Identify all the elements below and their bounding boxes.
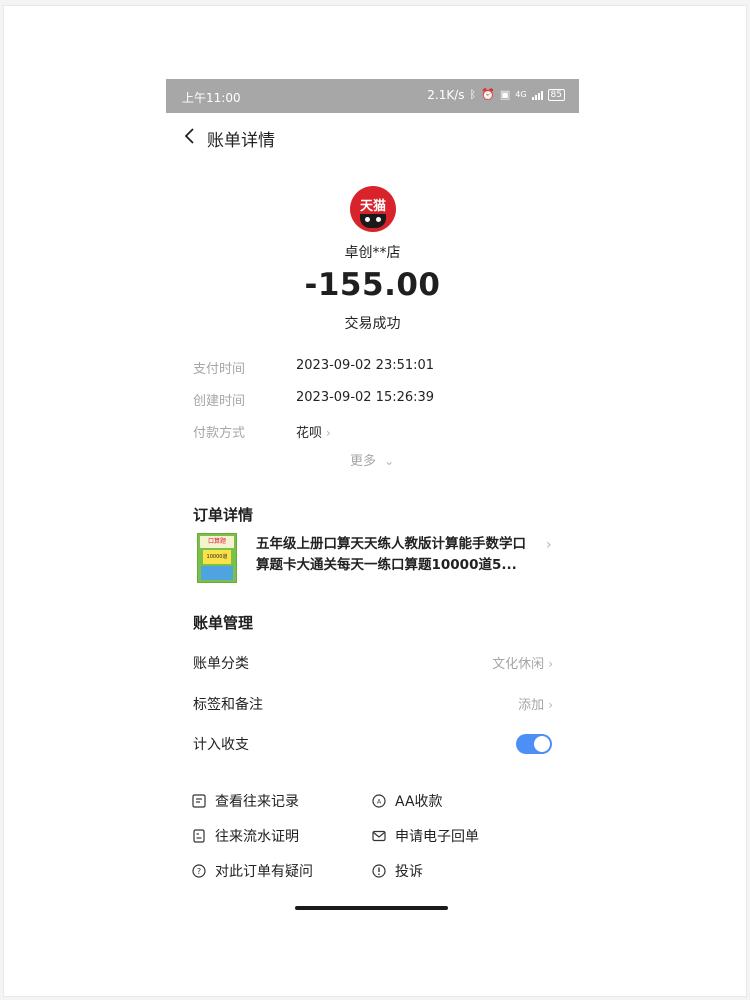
thumb-subtitle: 10000道 xyxy=(203,550,231,564)
product-title[interactable]: 五年级上册口算天天练人教版计算能手数学口算题卡大通关每天一练口算题10000道5… xyxy=(256,534,531,576)
detail-label: 创建时间 xyxy=(193,394,246,409)
net-speed: 2.1K/s xyxy=(427,88,465,102)
chevron-right-icon[interactable]: › xyxy=(546,537,552,553)
logo-text: 天猫 xyxy=(359,199,386,214)
chevron-right-icon: › xyxy=(548,657,553,671)
order-question-button[interactable]: ? 对此订单有疑问 xyxy=(191,861,313,881)
battery-icon: 85 xyxy=(547,89,565,101)
chevron-right-icon: › xyxy=(548,698,553,712)
payment-method-link[interactable]: 花呗 › xyxy=(296,422,331,441)
toggle-knob xyxy=(534,736,550,752)
order-section-title: 订单详情 xyxy=(193,506,254,524)
complaint-button[interactable]: 投诉 xyxy=(371,861,423,881)
more-label: 更多 xyxy=(350,454,377,469)
detail-row-pay-time: 支付时间 2023-09-02 23:51:01 xyxy=(193,358,563,378)
include-in-stats-toggle[interactable] xyxy=(516,734,552,754)
tags-notes-row[interactable]: 标签和备注 添加 › xyxy=(193,694,553,716)
aa-collect-button[interactable]: A AA收款 xyxy=(371,791,443,811)
view-history-button[interactable]: 查看往来记录 xyxy=(191,791,299,811)
view-history-label: 查看往来记录 xyxy=(215,794,299,810)
page-title: 账单详情 xyxy=(207,131,275,151)
signal-icon xyxy=(531,90,543,100)
detail-row-payment-method[interactable]: 付款方式 花呗 › xyxy=(193,422,563,442)
status-bar: 上午11:00 2.1K/s ᛒ ⏰ ▣ 4G 85 xyxy=(166,79,579,113)
complaint-label: 投诉 xyxy=(395,864,423,880)
transaction-amount: -155.00 xyxy=(304,267,441,303)
tmall-cat-icon xyxy=(360,214,386,228)
order-question-label: 对此订单有疑问 xyxy=(215,864,313,880)
status-icons: 2.1K/s ᛒ ⏰ ▣ 4G 85 xyxy=(427,88,565,102)
thumb-title: 口算题 xyxy=(200,536,234,548)
detail-label: 付款方式 xyxy=(193,426,246,441)
bill-category-label: 账单分类 xyxy=(193,656,249,672)
aa-collect-label: AA收款 xyxy=(395,794,443,810)
request-receipt-button[interactable]: 申请电子回单 xyxy=(371,826,479,846)
phone-screen: 上午11:00 2.1K/s ᛒ ⏰ ▣ 4G 85 账单详情 天猫 卓创**店… xyxy=(166,79,579,919)
tags-notes-label: 标签和备注 xyxy=(193,697,263,713)
back-arrow-icon[interactable] xyxy=(180,126,200,146)
more-button[interactable]: 更多 ⌄ xyxy=(350,450,394,469)
nav-bar: 账单详情 xyxy=(166,113,579,161)
aa-icon: A xyxy=(372,794,386,808)
detail-value: 花呗 xyxy=(296,426,323,441)
bill-category-row[interactable]: 账单分类 文化休闲 › xyxy=(193,653,553,675)
product-thumbnail[interactable]: 口算题 10000道 xyxy=(197,533,237,583)
merchant-logo: 天猫 xyxy=(350,186,396,232)
statement-proof-button[interactable]: 往来流水证明 xyxy=(191,826,299,846)
detail-value: 2023-09-02 15:26:39 xyxy=(296,390,435,405)
bill-category-value: 文化休闲 xyxy=(492,657,545,672)
svg-text:A: A xyxy=(377,799,382,806)
management-section-title: 账单管理 xyxy=(193,614,254,632)
detail-label: 支付时间 xyxy=(193,362,246,377)
document-icon xyxy=(193,829,205,843)
chevron-right-icon: › xyxy=(326,426,331,440)
transaction-status: 交易成功 xyxy=(344,316,401,332)
home-indicator[interactable] xyxy=(295,906,448,910)
svg-text:?: ? xyxy=(197,867,201,876)
hd-icon: ▣ xyxy=(499,88,511,101)
statement-proof-label: 往来流水证明 xyxy=(215,829,299,845)
record-list-icon xyxy=(192,794,206,808)
bluetooth-icon: ᛒ xyxy=(469,88,477,101)
envelope-icon xyxy=(372,830,386,842)
include-in-stats-label: 计入收支 xyxy=(193,737,249,753)
bill-category-value-wrap: 文化休闲 › xyxy=(492,653,553,672)
detail-value: 2023-09-02 23:51:01 xyxy=(296,358,435,373)
merchant-name: 卓创**店 xyxy=(344,245,401,261)
tags-notes-value: 添加 xyxy=(518,698,545,713)
include-in-stats-row: 计入收支 xyxy=(193,734,553,756)
alarm-icon: ⏰ xyxy=(481,88,495,101)
status-time: 上午11:00 xyxy=(182,91,241,105)
network-type: 4G xyxy=(515,90,527,99)
question-icon: ? xyxy=(192,864,206,878)
alert-icon xyxy=(372,864,386,878)
tags-notes-value-wrap: 添加 › xyxy=(518,694,553,713)
request-receipt-label: 申请电子回单 xyxy=(395,829,479,845)
detail-row-create-time: 创建时间 2023-09-02 15:26:39 xyxy=(193,390,563,410)
chevron-down-icon: ⌄ xyxy=(384,454,395,468)
thumb-illustration xyxy=(201,566,233,580)
